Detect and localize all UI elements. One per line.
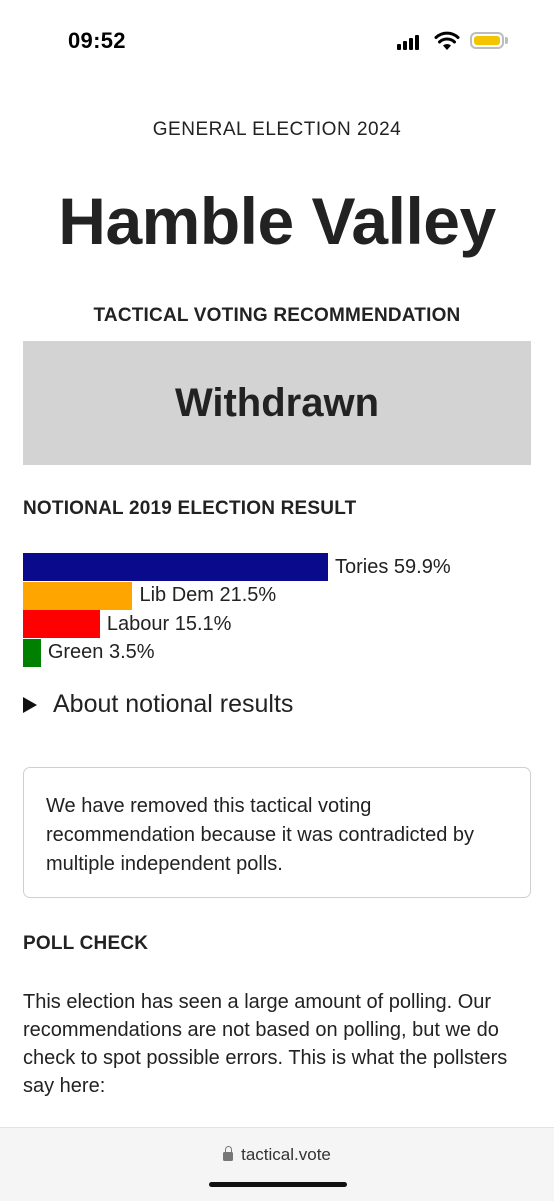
withdrawn-notice: We have removed this tactical voting rec… bbox=[23, 767, 531, 898]
wifi-icon bbox=[434, 31, 460, 50]
notional-result-heading: NOTIONAL 2019 ELECTION RESULT bbox=[23, 498, 357, 519]
chart-bar bbox=[23, 553, 328, 581]
disclosure-triangle-icon bbox=[23, 696, 37, 713]
url-text: tactical.vote bbox=[241, 1145, 331, 1164]
about-notional-results-toggle[interactable]: About notional results bbox=[23, 690, 293, 719]
chart-bar bbox=[23, 610, 100, 638]
cellular-signal-icon bbox=[397, 34, 423, 50]
status-bar: 09:52 bbox=[0, 0, 554, 86]
chart-bar bbox=[23, 638, 41, 667]
recommendation-heading: TACTICAL VOTING RECOMMENDATION bbox=[93, 305, 461, 326]
browser-address-bar[interactable]: tactical.vote bbox=[0, 1127, 554, 1201]
notional-result-chart: Tories 59.9% Lib Dem 21.5% Labour 15.1% Gre… bbox=[23, 553, 531, 667]
chart-row-lib-dem: Lib Dem 21.5% bbox=[23, 581, 277, 610]
chart-bar-label: Labour 15.1% bbox=[106, 612, 232, 635]
chart-row-tories: Tories 59.9% bbox=[23, 553, 451, 581]
url-display[interactable]: tactical.vote bbox=[0, 1145, 554, 1165]
about-notional-results-label: About notional results bbox=[53, 690, 294, 718]
home-indicator[interactable] bbox=[209, 1182, 347, 1187]
battery-icon bbox=[470, 32, 504, 49]
chart-bar-label: Tories 59.9% bbox=[335, 555, 451, 578]
status-time: 09:52 bbox=[68, 28, 126, 53]
chart-bar-label: Green 3.5% bbox=[47, 641, 155, 663]
constituency-title: Hamble Valley bbox=[58, 184, 496, 258]
chart-row-green: Green 3.5% bbox=[23, 638, 155, 667]
recommendation-box: Withdrawn bbox=[23, 341, 531, 465]
election-eyebrow: GENERAL ELECTION 2024 bbox=[152, 119, 402, 140]
recommendation-value: Withdrawn bbox=[174, 380, 380, 425]
lock-icon bbox=[223, 1146, 234, 1161]
chart-row-labour: Labour 15.1% bbox=[23, 610, 231, 638]
chart-bar-label: Lib Dem 21.5% bbox=[139, 584, 277, 606]
poll-check-heading: POLL CHECK bbox=[23, 933, 149, 954]
chart-bar bbox=[23, 581, 133, 610]
battery-nub bbox=[505, 37, 508, 44]
poll-check-text: This election has seen a large amount of… bbox=[23, 991, 508, 1097]
